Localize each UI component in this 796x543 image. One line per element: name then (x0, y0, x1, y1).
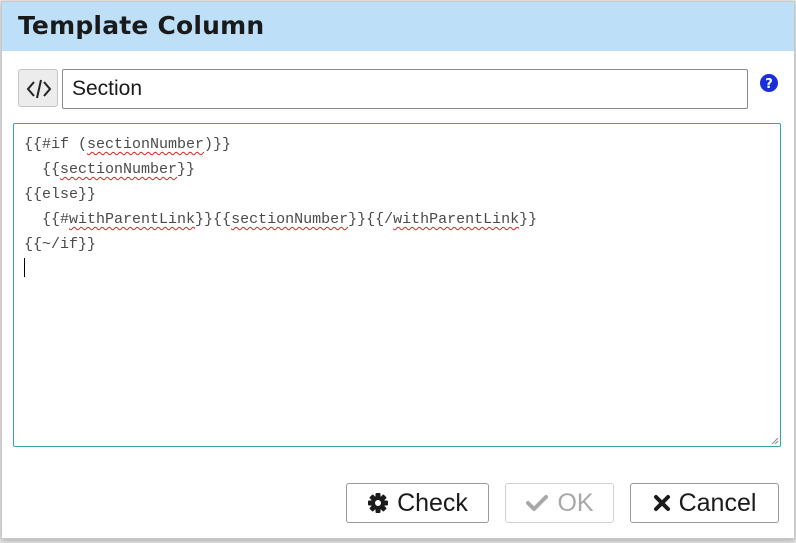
code-line: {{#if (sectionNumber)}} (24, 136, 232, 153)
spellcheck-flagged-word: sectionNumber (60, 161, 178, 178)
caret-line (24, 257, 537, 282)
code-lines: {{#if (sectionNumber)}} {{sectionNumber}… (24, 132, 537, 282)
template-code-editor[interactable]: {{#if (sectionNumber)}} {{sectionNumber}… (13, 123, 781, 447)
cancel-button-label: Cancel (678, 488, 757, 517)
text-caret (24, 258, 25, 277)
code-line: {{else}} (24, 186, 97, 203)
code-line: {{#withParentLink}}{{sectionNumber}}{{/w… (24, 211, 538, 228)
resize-grip-icon[interactable] (771, 437, 779, 445)
gear-icon (368, 493, 389, 513)
cancel-button[interactable]: Cancel (630, 483, 779, 523)
ok-button-label: OK (557, 488, 594, 517)
spellcheck-flagged-word: withParentLink (69, 211, 196, 228)
question-circle-icon[interactable]: ? (760, 74, 778, 92)
dialog-title: Template Column (18, 11, 265, 40)
spellcheck-flagged-word: sectionNumber (87, 136, 205, 153)
code-line: {{~/if}} (24, 236, 97, 253)
code-icon (26, 79, 52, 99)
spellcheck-flagged-word: withParentLink (393, 211, 520, 228)
checkmark-icon (526, 495, 549, 511)
check-button[interactable]: Check (346, 483, 489, 523)
svg-text:?: ? (765, 77, 773, 92)
spellcheck-flagged-word: sectionNumber (231, 211, 349, 228)
ok-button[interactable]: OK (505, 483, 614, 523)
template-column-dialog: Template Column ? {{#if (sectionNumber)}… (1, 1, 795, 539)
code-toggle-button[interactable] (18, 69, 58, 107)
close-icon (653, 495, 670, 511)
column-name-input[interactable] (62, 69, 748, 109)
dialog-titlebar[interactable]: Template Column (2, 2, 794, 51)
check-button-label: Check (397, 488, 468, 517)
code-line: {{sectionNumber}} (24, 161, 196, 178)
